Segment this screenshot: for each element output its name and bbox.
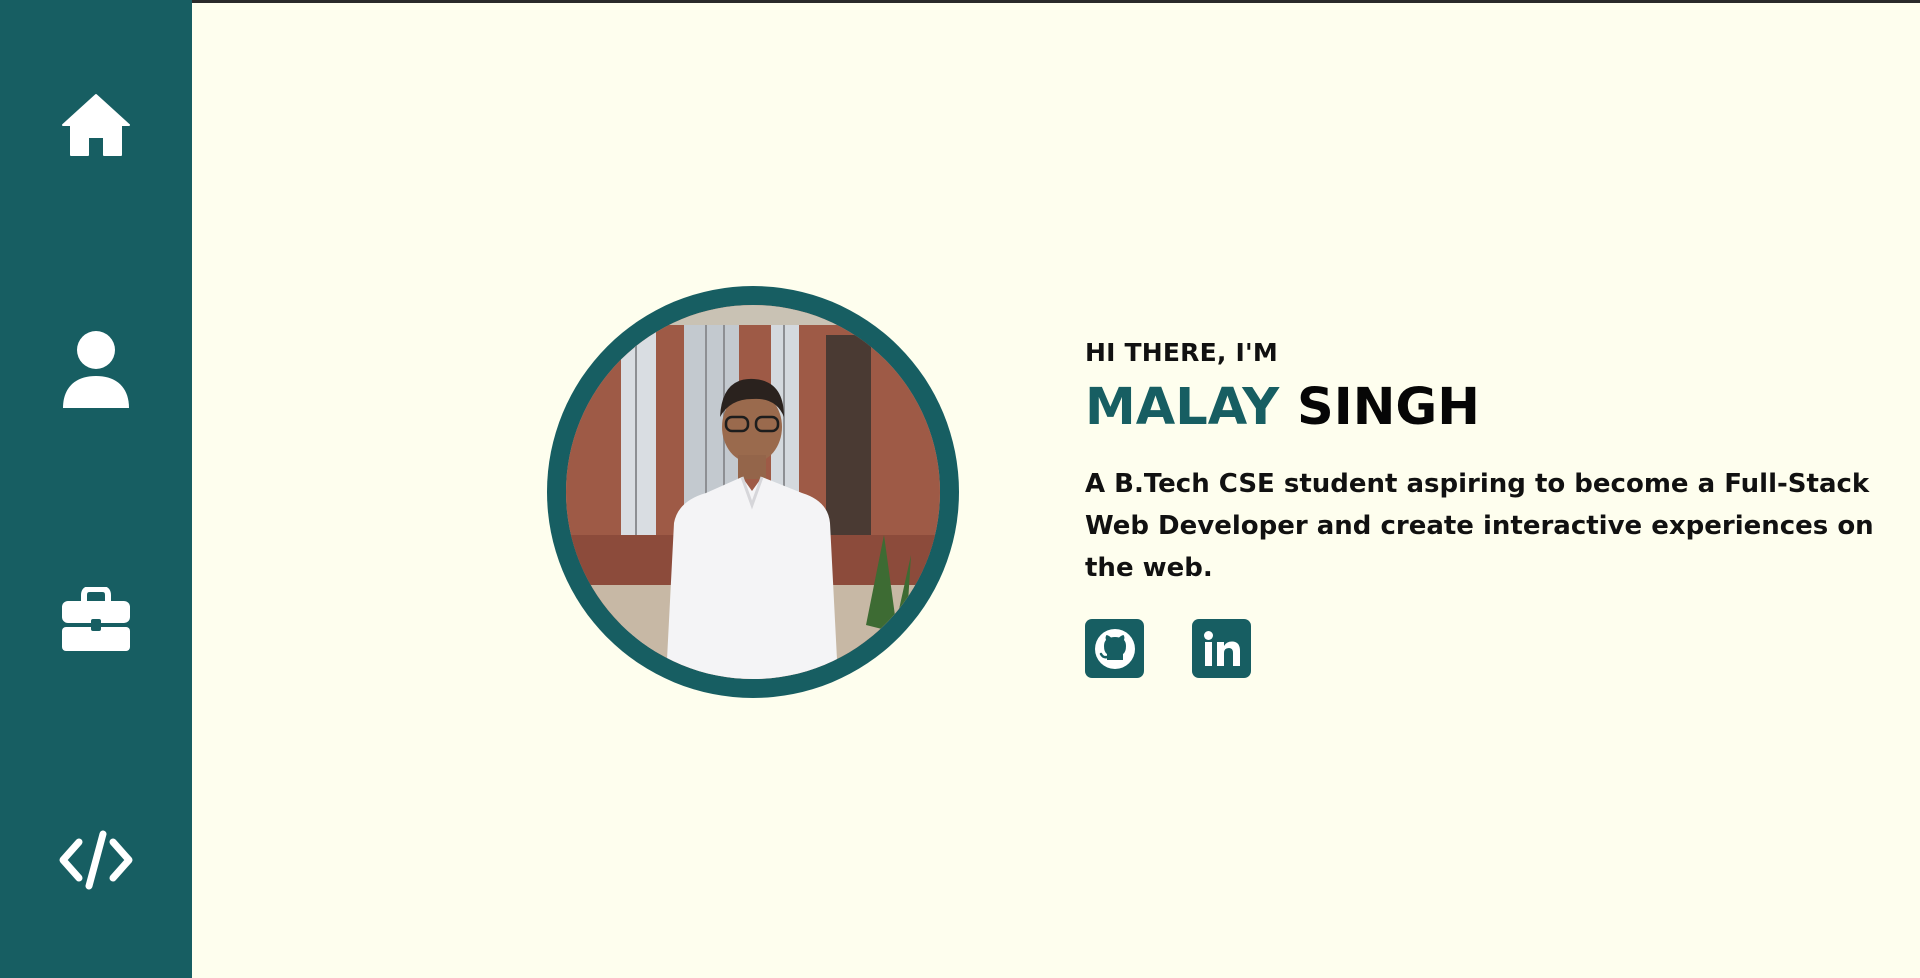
- sidebar-item-about[interactable]: [0, 320, 192, 420]
- home-icon: [62, 94, 130, 156]
- sidebar-nav: [0, 0, 192, 978]
- briefcase-icon: [62, 587, 130, 651]
- greeting-text: HI THERE, I'M: [1085, 338, 1278, 367]
- hero-tagline: A B.Tech CSE student aspiring to become …: [1085, 469, 1874, 583]
- hero-section: HI THERE, I'M MALAY SINGH A B.Tech CSE s…: [192, 3, 1920, 978]
- sidebar-item-home[interactable]: [0, 75, 192, 175]
- sidebar-item-work[interactable]: [0, 570, 192, 670]
- linkedin-link[interactable]: [1192, 619, 1251, 678]
- github-icon: [1094, 628, 1135, 669]
- hero-name: MALAY SINGH: [1085, 377, 1920, 439]
- github-link[interactable]: [1085, 619, 1144, 678]
- intro-block: HI THERE, I'M MALAY SINGH A B.Tech CSE s…: [1085, 338, 1920, 678]
- profile-photo: [566, 305, 940, 679]
- code-icon: [59, 830, 133, 890]
- linkedin-icon: [1203, 630, 1240, 666]
- profile-photo-illustration: [566, 305, 940, 679]
- sidebar-item-code[interactable]: [0, 810, 192, 910]
- profile-photo-frame: [547, 286, 959, 698]
- first-name: MALAY: [1085, 378, 1280, 437]
- user-icon: [63, 331, 129, 408]
- last-name: SINGH: [1297, 378, 1480, 437]
- social-links: [1085, 619, 1920, 678]
